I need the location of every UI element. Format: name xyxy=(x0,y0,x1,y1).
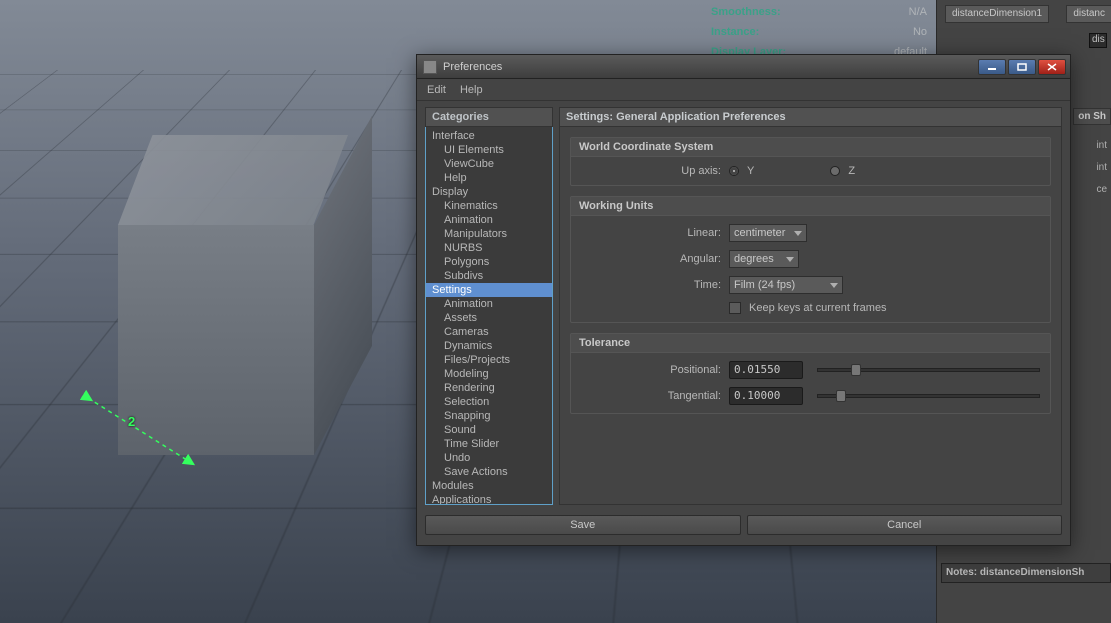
category-animation[interactable]: Animation xyxy=(426,297,552,311)
category-modules[interactable]: Modules xyxy=(426,479,552,493)
preferences-dialog: Preferences Edit Help Categories Interfa… xyxy=(416,54,1071,546)
menu-edit[interactable]: Edit xyxy=(427,84,446,96)
positional-input[interactable]: 0.01550 xyxy=(729,361,803,379)
category-subdivs[interactable]: Subdivs xyxy=(426,269,552,283)
panel-section-frag: on Sh xyxy=(1073,108,1111,125)
category-kinematics[interactable]: Kinematics xyxy=(426,199,552,213)
section-working-units: Working Units Linear: centimeter Angular… xyxy=(570,196,1051,323)
select-value: Film (24 fps) xyxy=(734,279,795,291)
titlebar[interactable]: Preferences xyxy=(417,55,1070,79)
attr-label: Instance: xyxy=(711,26,759,38)
tab-distance1[interactable]: distanceDimension1 xyxy=(945,5,1049,23)
category-assets[interactable]: Assets xyxy=(426,311,552,325)
category-save-actions[interactable]: Save Actions xyxy=(426,465,552,479)
radio-upaxis-z[interactable] xyxy=(830,166,840,176)
cancel-button[interactable]: Cancel xyxy=(747,515,1063,535)
close-button[interactable] xyxy=(1038,59,1066,75)
time-label: Time: xyxy=(581,279,721,291)
tangential-input[interactable]: 0.10000 xyxy=(729,387,803,405)
tangential-slider[interactable] xyxy=(817,394,1040,398)
app-icon xyxy=(423,60,437,74)
categories-list[interactable]: InterfaceUI ElementsViewCubeHelpDisplayK… xyxy=(425,127,553,505)
keepkeys-label: Keep keys at current frames xyxy=(749,302,887,314)
tab-distance2[interactable]: distanc xyxy=(1066,5,1111,23)
linear-label: Linear: xyxy=(581,227,721,239)
category-modeling[interactable]: Modeling xyxy=(426,367,552,381)
panel-frag: ce xyxy=(1096,184,1107,195)
category-sound[interactable]: Sound xyxy=(426,423,552,437)
category-snapping[interactable]: Snapping xyxy=(426,409,552,423)
time-select[interactable]: Film (24 fps) xyxy=(729,276,843,294)
chevron-down-icon xyxy=(794,231,802,236)
angular-select[interactable]: degrees xyxy=(729,250,799,268)
minimize-button[interactable] xyxy=(978,59,1006,75)
radio-label-y: Y xyxy=(747,165,754,177)
slider-thumb[interactable] xyxy=(836,390,846,402)
linear-select[interactable]: centimeter xyxy=(729,224,807,242)
positional-label: Positional: xyxy=(581,364,721,376)
section-title: Tolerance xyxy=(571,334,1050,353)
radio-upaxis-y[interactable] xyxy=(729,166,739,176)
category-rendering[interactable]: Rendering xyxy=(426,381,552,395)
category-display[interactable]: Display xyxy=(426,185,552,199)
category-cameras[interactable]: Cameras xyxy=(426,325,552,339)
maximize-button[interactable] xyxy=(1008,59,1036,75)
category-undo[interactable]: Undo xyxy=(426,451,552,465)
category-applications[interactable]: Applications xyxy=(426,493,552,505)
section-title: Working Units xyxy=(571,197,1050,216)
categories-header: Categories xyxy=(425,107,553,127)
section-title: World Coordinate System xyxy=(571,138,1050,157)
chevron-down-icon xyxy=(786,257,794,262)
category-polygons[interactable]: Polygons xyxy=(426,255,552,269)
dialog-title: Preferences xyxy=(443,61,972,73)
category-viewcube[interactable]: ViewCube xyxy=(426,157,552,171)
category-dynamics[interactable]: Dynamics xyxy=(426,339,552,353)
cube-mesh xyxy=(118,135,348,365)
category-manipulators[interactable]: Manipulators xyxy=(426,227,552,241)
category-settings[interactable]: Settings xyxy=(426,283,552,297)
chevron-down-icon xyxy=(830,283,838,288)
attr-value: No xyxy=(913,26,927,38)
positional-slider[interactable] xyxy=(817,368,1040,372)
category-animation[interactable]: Animation xyxy=(426,213,552,227)
menu-help[interactable]: Help xyxy=(460,84,483,96)
select-value: degrees xyxy=(734,253,774,265)
settings-header: Settings: General Application Preference… xyxy=(559,107,1062,127)
keepkeys-checkbox[interactable] xyxy=(729,302,741,314)
section-tolerance: Tolerance Positional: 0.01550 Tangential… xyxy=(570,333,1051,414)
category-ui-elements[interactable]: UI Elements xyxy=(426,143,552,157)
category-time-slider[interactable]: Time Slider xyxy=(426,437,552,451)
category-files-projects[interactable]: Files/Projects xyxy=(426,353,552,367)
notes-bar: Notes: distanceDimensionSh xyxy=(941,563,1111,583)
distance-label: 2 xyxy=(128,414,135,429)
save-button[interactable]: Save xyxy=(425,515,741,535)
menubar: Edit Help xyxy=(417,79,1070,101)
attr-label: Smoothness: xyxy=(711,6,781,18)
category-selection[interactable]: Selection xyxy=(426,395,552,409)
tangential-label: Tangential: xyxy=(581,390,721,402)
panel-frag: int xyxy=(1096,140,1107,151)
section-world-coord: World Coordinate System Up axis: Y Z xyxy=(570,137,1051,186)
upaxis-label: Up axis: xyxy=(581,165,721,177)
select-value: centimeter xyxy=(734,227,785,239)
radio-label-z: Z xyxy=(848,165,855,177)
category-help[interactable]: Help xyxy=(426,171,552,185)
category-interface[interactable]: Interface xyxy=(426,129,552,143)
slider-thumb[interactable] xyxy=(851,364,861,376)
panel-frag: int xyxy=(1096,162,1107,173)
attr-value: N/A xyxy=(909,6,927,18)
angular-label: Angular: xyxy=(581,253,721,265)
category-nurbs[interactable]: NURBS xyxy=(426,241,552,255)
panel-field[interactable]: dis xyxy=(1089,33,1107,48)
